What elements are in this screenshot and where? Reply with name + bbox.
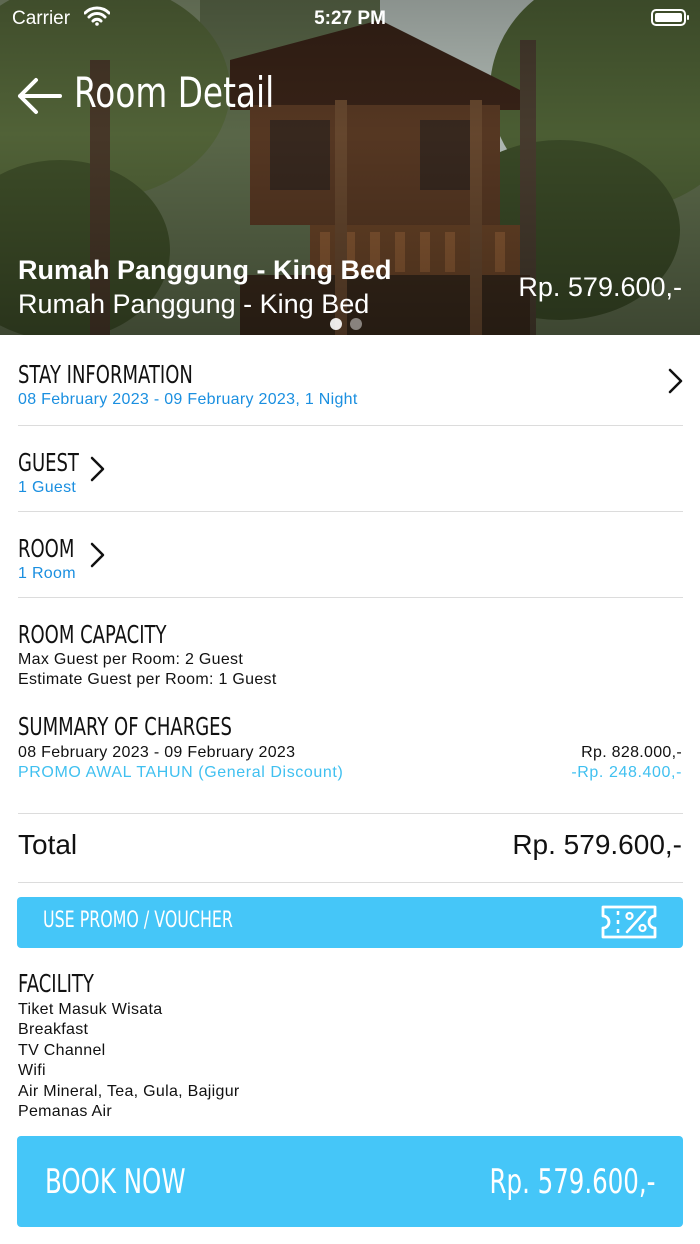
status-time: 5:27 PM: [314, 8, 386, 29]
room-name-title: Rumah Panggung - King Bed: [18, 255, 392, 285]
room-name-subtitle: Rumah Panggung - King Bed: [18, 289, 370, 319]
room-count: 1 Room: [18, 565, 76, 582]
summary-title: SUMMARY OF CHARGES: [18, 712, 232, 741]
page-dot-2[interactable]: [350, 318, 362, 330]
stay-dates: 08 February 2023 - 09 February 2023, 1 N…: [18, 391, 358, 408]
facility-item: Wifi: [18, 1062, 46, 1080]
book-now-price: Rp. 579.600,-: [489, 1162, 655, 1202]
facility-item: TV Channel: [18, 1041, 106, 1059]
page-title: Room Detail: [74, 68, 275, 117]
book-now-button[interactable]: BOOK NOW Rp. 579.600,-: [17, 1136, 683, 1227]
room-photo-header: Carrier 5:27 PM Room Detail Rumah Panggu…: [0, 0, 700, 335]
facility-title: FACILITY: [18, 969, 94, 998]
use-promo-voucher-label: USE PROMO / VOUCHER: [43, 908, 233, 933]
total-label: Total: [18, 829, 78, 860]
total-value: Rp. 579.600,-: [512, 829, 682, 860]
facility-list: Tiket Masuk Wisata Breakfast TV Channel …: [18, 1000, 240, 1122]
chevron-right-icon[interactable]: [666, 367, 686, 395]
battery-icon: [651, 9, 689, 26]
estimate-guest-text: Estimate Guest per Room: 1 Guest: [18, 671, 277, 688]
room-capacity-title: ROOM CAPACITY: [18, 620, 167, 649]
use-promo-voucher-button[interactable]: USE PROMO / VOUCHER: [17, 897, 683, 948]
facility-item: Air Mineral, Tea, Gula, Bajigur: [18, 1082, 240, 1100]
room-title: ROOM: [18, 534, 75, 563]
room-price: Rp. 579.600,-: [518, 272, 682, 302]
back-arrow-icon[interactable]: [16, 76, 62, 116]
book-now-label: BOOK NOW: [45, 1162, 186, 1202]
guest-title: GUEST: [18, 448, 79, 477]
divider: [18, 425, 683, 426]
charge-date-range: 08 February 2023 - 09 February 2023: [18, 744, 296, 761]
max-guest-text: Max Guest per Room: 2 Guest: [18, 651, 244, 668]
divider: [18, 597, 683, 598]
chevron-right-icon[interactable]: [88, 541, 108, 569]
promo-discount-name: PROMO AWAL TAHUN (General Discount): [18, 764, 344, 781]
page-dot-1[interactable]: [330, 318, 342, 330]
stay-information-title: STAY INFORMATION: [18, 360, 193, 389]
status-bar: Carrier 5:27 PM: [0, 0, 700, 36]
divider: [18, 882, 683, 883]
voucher-icon: [601, 905, 657, 939]
promo-discount-amount: -Rp. 248.400,-: [571, 764, 682, 781]
chevron-right-icon[interactable]: [88, 455, 108, 483]
facility-item: Pemanas Air: [18, 1103, 113, 1121]
charge-amount: Rp. 828.000,-: [581, 744, 682, 761]
guest-count: 1 Guest: [18, 479, 77, 496]
divider: [18, 511, 683, 512]
facility-item: Breakfast: [18, 1021, 89, 1039]
divider: [18, 813, 683, 814]
facility-item: Tiket Masuk Wisata: [18, 1001, 163, 1018]
photo-page-indicator[interactable]: [330, 317, 370, 335]
